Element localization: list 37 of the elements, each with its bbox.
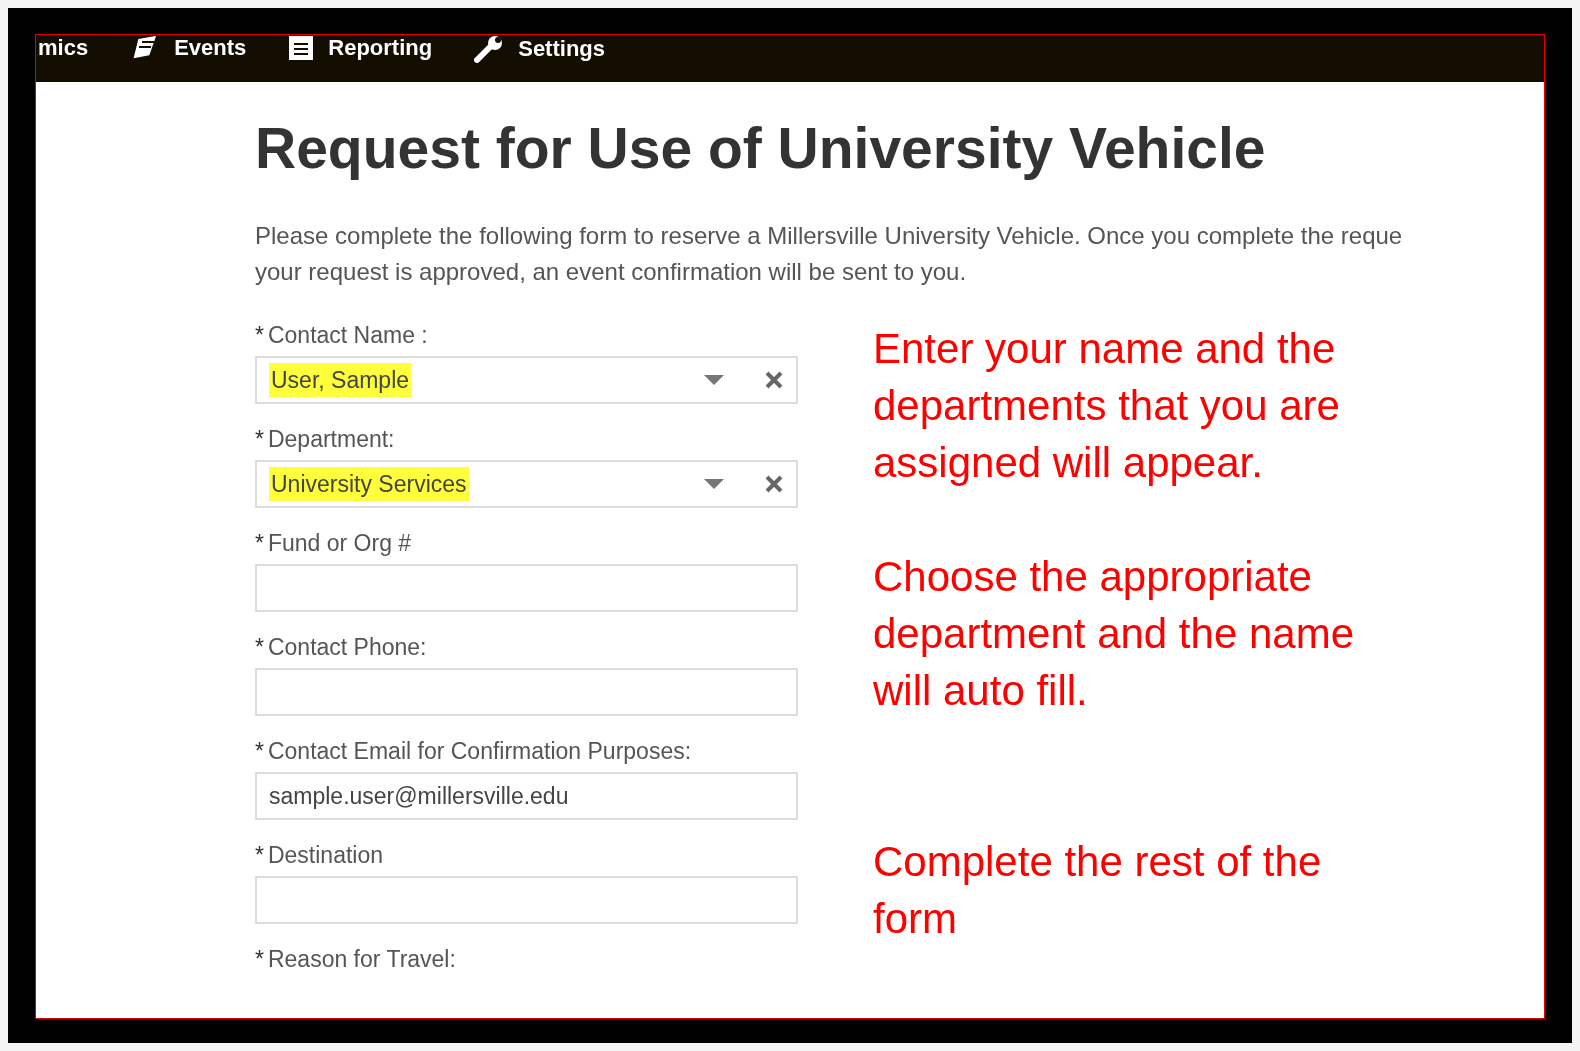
required-mark: * bbox=[255, 841, 264, 870]
field-value: University Services bbox=[269, 466, 469, 501]
intro-text: your request is approved, an event confirmation will be sent to you. bbox=[255, 257, 968, 287]
field-value: User, Sample bbox=[269, 362, 412, 397]
field-label: Reason for Travel: bbox=[267, 945, 456, 974]
required-mark: * bbox=[255, 425, 264, 454]
nav-item[interactable]: mics bbox=[38, 35, 89, 61]
required-mark: * bbox=[255, 945, 264, 974]
required-mark: * bbox=[255, 633, 264, 662]
select-field[interactable]: User, Sample bbox=[255, 356, 798, 404]
caret-icon bbox=[704, 375, 724, 385]
caret-icon bbox=[704, 479, 724, 489]
annotation-text: Enter your name and the departments that you are assigned will appear. bbox=[873, 324, 1341, 488]
clear-icon[interactable] bbox=[764, 370, 784, 390]
required-mark: * bbox=[255, 737, 264, 766]
intro-text: Please complete the following form to reserve a Millersville University Vehicle. Once you complete the reque bbox=[255, 221, 1404, 251]
input-field[interactable] bbox=[255, 876, 798, 924]
page-title: Request for Use of University Vehicle bbox=[255, 118, 1267, 178]
input-field[interactable] bbox=[255, 564, 798, 612]
annotation-text: Complete the rest of the form bbox=[873, 837, 1323, 944]
annotation-text: Choose the appropriate department and the name will auto fill. bbox=[873, 552, 1355, 716]
clear-icon[interactable] bbox=[764, 474, 784, 494]
field-label: Department: bbox=[267, 425, 395, 454]
required-mark: * bbox=[255, 321, 264, 350]
field-value: sample.user@millersville.edu bbox=[269, 782, 569, 809]
nav-item[interactable]: Settings bbox=[518, 36, 605, 62]
nav-item[interactable]: Events bbox=[174, 35, 247, 61]
input-field[interactable]: sample.user@millersville.edu bbox=[255, 772, 798, 820]
field-label: Contact Phone: bbox=[267, 633, 427, 662]
field-label: Contact Name : bbox=[267, 321, 428, 350]
field-label: Destination bbox=[267, 841, 384, 870]
nav-item[interactable]: Reporting bbox=[328, 35, 433, 61]
field-label: Contact Email for Confirmation Purposes: bbox=[267, 737, 692, 766]
input-field[interactable] bbox=[255, 668, 798, 716]
field-label: Fund or Org # bbox=[267, 529, 412, 558]
required-mark: * bbox=[255, 529, 264, 558]
select-field[interactable]: University Services bbox=[255, 460, 798, 508]
